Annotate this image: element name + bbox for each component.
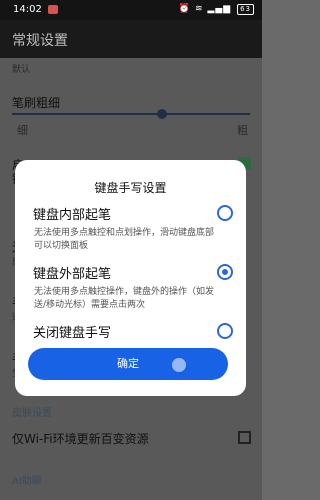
brush-thickness-label: 笔刷粗细 <box>12 96 61 110</box>
handwriting-settings-dialog: 键盘手写设置 键盘内部起笔 无法使用多点触控和点划操作，滑动键盘底部可以切换面板… <box>15 160 246 396</box>
option-disable-handwriting-radio[interactable] <box>217 323 233 339</box>
option-outside-keyboard-desc: 无法使用多点触控操作，键盘外的操作（如发送/移动光标）需要点击两次 <box>34 287 215 310</box>
wifi-icon: ≋ <box>195 4 204 14</box>
option-disable-handwriting-label[interactable]: 关闭键盘手写 <box>33 322 111 341</box>
confirm-button[interactable]: 确定 <box>28 348 228 380</box>
confirm-button-label: 确定 <box>117 357 139 370</box>
page-title: 常规设置 <box>12 33 68 49</box>
option-outside-keyboard-radio[interactable] <box>217 264 233 280</box>
signal-icon: ▂▄▆ <box>207 4 232 14</box>
dialog-title: 键盘手写设置 <box>94 181 167 195</box>
section-default-label: 默认 <box>12 65 31 75</box>
option-outside-keyboard-label[interactable]: 键盘外部起笔 <box>33 263 111 282</box>
section-skin-label: 皮肤设置 <box>12 408 52 419</box>
slider-handle[interactable] <box>157 109 167 119</box>
status-bar: 14:02 ⏰ ≋ ▂▄▆ 63 <box>0 0 262 20</box>
touch-indicator <box>172 358 186 372</box>
option-inside-keyboard-label[interactable]: 键盘内部起笔 <box>33 204 111 223</box>
wifi-only-update-checkbox[interactable] <box>238 431 251 444</box>
battery-icon: 63 <box>237 4 254 15</box>
status-time: 14:02 <box>13 4 42 15</box>
slider-max-label: 粗 <box>237 124 248 137</box>
slider-min-label: 细 <box>17 124 28 137</box>
status-icons: ⏰ ≋ ▂▄▆ 63 <box>179 4 254 15</box>
option-inside-keyboard-radio[interactable] <box>217 205 233 221</box>
app-bar: 常规设置 <box>0 20 262 58</box>
wifi-only-update-label[interactable]: 仅Wi-Fi环境更新百变资源 <box>12 430 149 447</box>
radio-selected-dot <box>222 269 228 275</box>
alarm-icon: ⏰ <box>178 4 192 14</box>
section-ai-label: AI助聊 <box>12 476 42 487</box>
option-inside-keyboard-desc: 无法使用多点触控和点划操作，滑动键盘底部可以切换面板 <box>34 228 215 251</box>
brush-thickness-slider[interactable] <box>12 113 250 115</box>
notification-icon <box>48 5 58 14</box>
